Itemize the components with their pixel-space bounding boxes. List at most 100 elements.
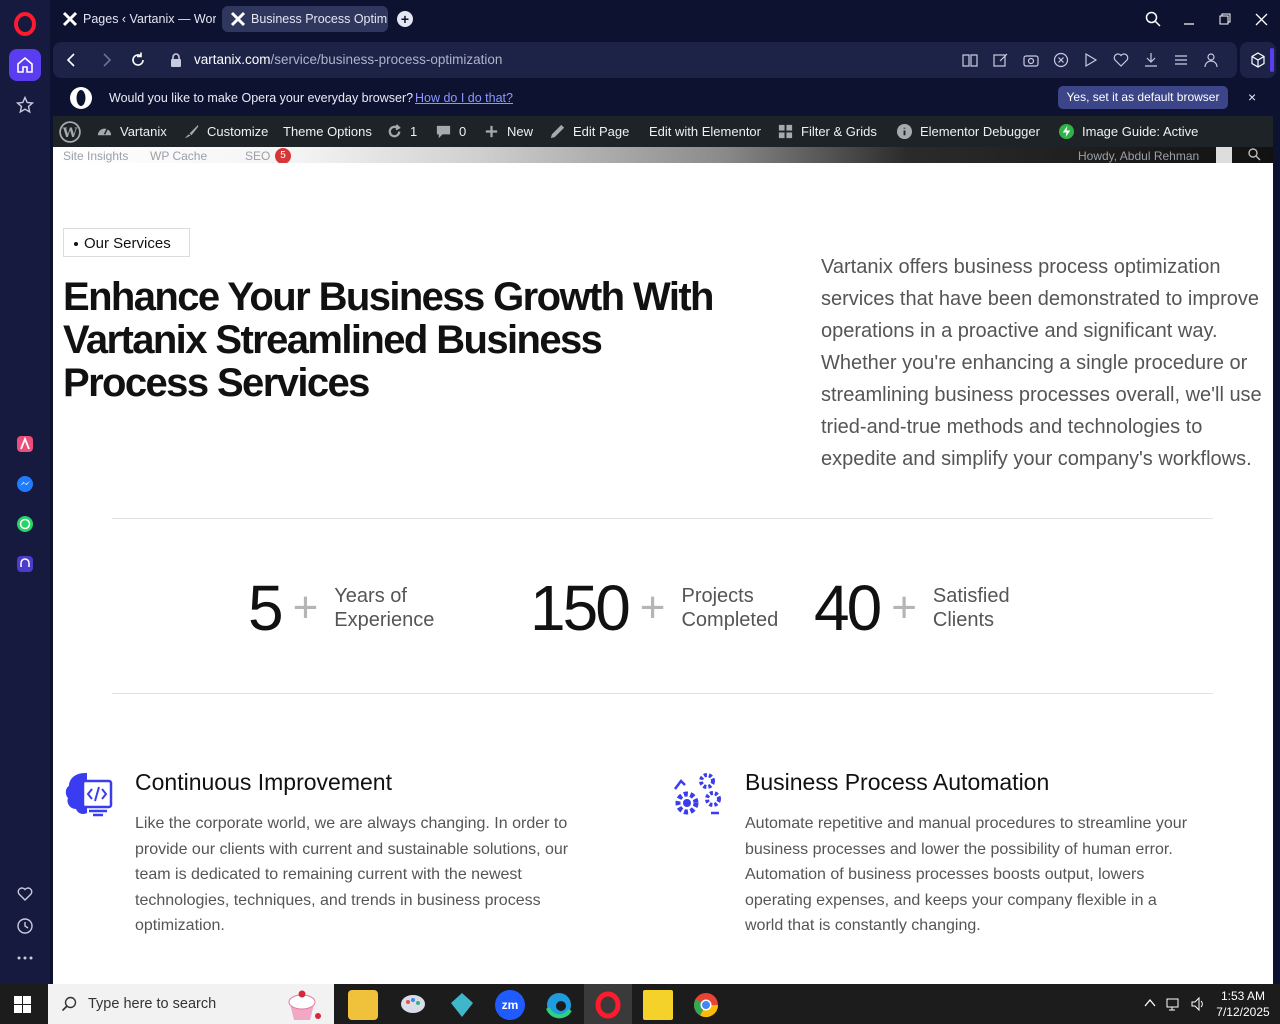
opera-sidebar <box>0 0 50 984</box>
back-arrow-icon[interactable] <box>63 51 81 69</box>
feature-text: Like the corporate world, we are always … <box>135 815 569 935</box>
easy-setup-icon[interactable] <box>1173 52 1189 68</box>
chrome-icon[interactable] <box>691 990 721 1020</box>
services-tag: Our Services <box>63 228 190 257</box>
admin-elementor-debugger[interactable]: Elementor Debugger <box>896 116 1040 147</box>
search-icon <box>61 996 77 1012</box>
music-player-icon[interactable] <box>9 548 41 580</box>
snapshot-camera-icon[interactable] <box>1023 52 1039 68</box>
feature-title: Business Process Automation <box>745 769 1050 795</box>
tab-label: Pages ‹ Vartanix — WordPress <box>83 12 216 26</box>
search-icon[interactable] <box>1248 148 1261 161</box>
windows-start-icon[interactable] <box>14 996 31 1013</box>
admin-customize[interactable]: Customize <box>183 116 268 147</box>
brush-icon <box>184 124 199 139</box>
file-explorer-icon[interactable] <box>348 990 378 1020</box>
new-tab-button[interactable]: + <box>397 11 413 27</box>
edge-icon[interactable] <box>544 990 574 1020</box>
pencil-icon <box>550 124 565 139</box>
tray-chevron-up-icon[interactable] <box>1143 996 1157 1013</box>
grid-icon <box>778 124 793 139</box>
brain-code-icon <box>65 773 113 817</box>
wordpress-logo-icon[interactable]: W <box>59 116 88 147</box>
tab-label: Business Process Optimization <box>251 12 388 26</box>
comment-bubble-icon <box>436 125 451 139</box>
network-icon[interactable] <box>1166 996 1182 1015</box>
gears-automation-icon <box>674 773 721 815</box>
stat-projects: 150 + Projects Completed <box>530 573 811 643</box>
whatsapp-icon[interactable] <box>9 508 41 540</box>
home-icon[interactable] <box>9 49 41 81</box>
messenger-icon[interactable] <box>9 468 41 500</box>
reload-icon[interactable] <box>129 51 147 69</box>
svg-text:W: W <box>62 125 78 140</box>
site-insights-link[interactable]: Site Insights <box>63 149 128 163</box>
lock-icon[interactable] <box>167 51 185 69</box>
tab-wordpress-pages[interactable]: Pages ‹ Vartanix — WordPress <box>54 6 216 32</box>
player-play-icon[interactable] <box>1083 52 1099 68</box>
wp-cache-link[interactable]: WP Cache <box>150 149 207 163</box>
volume-icon[interactable] <box>1190 996 1206 1015</box>
cupcake-icon <box>288 990 321 1020</box>
zoom-icon[interactable]: zm <box>495 990 525 1020</box>
url-field[interactable]: vartanix.com/service/business-process-op… <box>194 52 502 67</box>
system-clock[interactable]: 1:53 AM 7/12/2025 <box>1212 988 1274 1020</box>
default-browser-banner: Would you like to make Opera your everyd… <box>53 82 1275 114</box>
feature-title: Continuous Improvement <box>135 769 392 795</box>
admin-edit-elementor[interactable]: Edit with Elementor <box>649 116 761 147</box>
profile-icon[interactable] <box>1203 52 1219 68</box>
vartanix-x-icon <box>62 11 78 27</box>
download-icon[interactable] <box>1143 52 1159 68</box>
opera-logo-icon <box>70 87 92 109</box>
admin-image-guide[interactable]: Image Guide: Active <box>1058 116 1198 147</box>
admin-site-name[interactable]: Vartanix <box>96 116 167 147</box>
address-toolbar: vartanix.com/service/business-process-op… <box>53 42 1237 78</box>
opera-logo-icon[interactable] <box>14 12 36 36</box>
close-window-icon[interactable] <box>1250 8 1272 30</box>
history-clock-icon[interactable] <box>9 910 41 942</box>
more-dots-icon[interactable] <box>9 942 41 974</box>
adblock-shield-icon[interactable] <box>1053 52 1069 68</box>
minimize-icon[interactable] <box>1178 8 1200 30</box>
app-diamond-icon[interactable] <box>447 990 477 1020</box>
forward-arrow-icon[interactable] <box>97 51 115 69</box>
edit-note-icon[interactable] <box>993 52 1009 68</box>
sticky-notes-icon[interactable] <box>643 990 673 1020</box>
paint-icon[interactable] <box>398 990 428 1020</box>
set-default-button[interactable]: Yes, set it as default browser <box>1058 86 1228 109</box>
close-icon[interactable]: × <box>1248 89 1256 105</box>
stat-number: 40 <box>814 572 882 644</box>
stat-number: 5 <box>248 572 284 644</box>
extensions-cube-icon[interactable] <box>1240 42 1276 78</box>
feature-text: Automate repetitive and manual procedure… <box>745 815 1188 935</box>
bookmarks-star-icon[interactable] <box>9 89 41 121</box>
reader-book-icon[interactable] <box>962 52 978 68</box>
plus-icon <box>485 125 498 138</box>
heart-icon[interactable] <box>9 878 41 910</box>
admin-new[interactable]: New <box>483 116 533 147</box>
seo-link[interactable]: SEO <box>245 149 270 163</box>
admin-updates[interactable]: 1 <box>386 116 417 147</box>
wp-admin-bar: W Vartanix Customize Theme Options 1 0 N… <box>53 116 1273 147</box>
admin-filter-grids[interactable]: Filter & Grids <box>777 116 877 147</box>
page-title: Enhance Your Business Growth With Vartan… <box>63 275 715 405</box>
hero-description: Vartanix offers business process optimiz… <box>821 256 1262 470</box>
vartanix-x-icon <box>230 11 246 27</box>
how-to-link[interactable]: How do I do that? <box>415 91 513 105</box>
search-tabs-icon[interactable] <box>1142 8 1164 30</box>
admin-edit-page[interactable]: Edit Page <box>549 116 629 147</box>
info-icon <box>896 123 913 140</box>
avatar[interactable] <box>1216 147 1232 163</box>
updates-refresh-icon <box>388 124 401 138</box>
aria-icon[interactable] <box>9 428 41 460</box>
admin-theme-options[interactable]: Theme Options <box>283 116 372 147</box>
admin-comments[interactable]: 0 <box>435 116 466 147</box>
tab-business-process[interactable]: Business Process Optimization <box>222 6 388 32</box>
stat-plus: + <box>891 583 917 632</box>
taskbar-search-input[interactable]: Type here to search <box>48 984 334 1024</box>
bookmark-heart-icon[interactable] <box>1113 52 1129 68</box>
restore-icon[interactable] <box>1214 8 1236 30</box>
howdy-user[interactable]: Howdy, Abdul Rehman <box>1078 149 1199 163</box>
stat-label: Years of Experience <box>334 585 435 631</box>
opera-taskbar-icon[interactable] <box>593 990 623 1020</box>
